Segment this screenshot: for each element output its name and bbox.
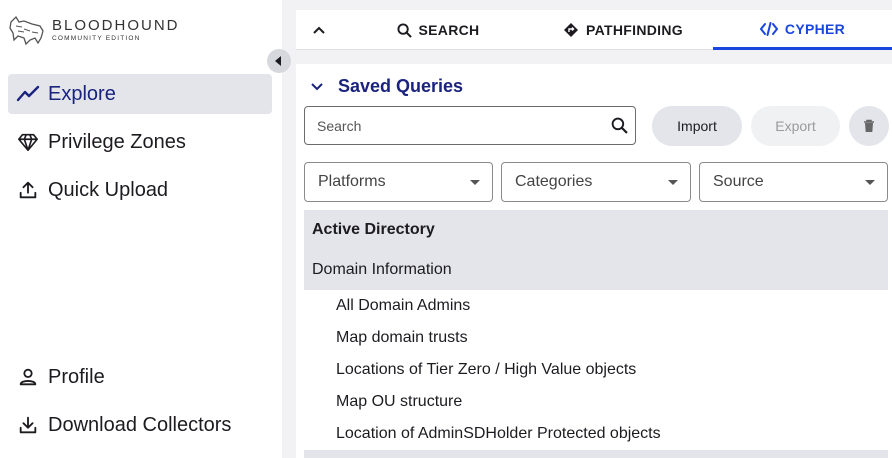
saved-queries-title: Saved Queries	[338, 76, 464, 96]
source-select[interactable]: Source	[699, 162, 888, 202]
nav-item-privilege-zones[interactable]: Privilege Zones	[8, 122, 272, 162]
caret-down-icon	[865, 180, 875, 185]
logo[interactable]: BLOODHOUND COMMUNITY EDITION	[8, 14, 180, 46]
hound-logo-icon	[9, 15, 44, 46]
categories-select[interactable]: Categories	[501, 162, 691, 202]
query-item[interactable]: Location of AdminSDHolder Protected obje…	[304, 418, 888, 450]
platforms-select[interactable]: Platforms	[304, 162, 493, 202]
nav-item-label: Quick Upload	[48, 178, 169, 201]
tab-pathfinding[interactable]: PATHFINDING	[548, 10, 698, 50]
sidebar: BLOODHOUND COMMUNITY EDITION Explore Pri…	[0, 0, 282, 458]
caret-down-icon	[470, 180, 480, 185]
directions-icon	[563, 22, 579, 38]
gem-icon	[8, 131, 48, 153]
upload-icon	[8, 179, 48, 201]
select-label: Platforms	[318, 173, 386, 190]
collapse-panel-button[interactable]	[306, 20, 332, 40]
search-icon[interactable]	[611, 117, 628, 139]
chevron-down-icon	[311, 82, 323, 90]
search-input[interactable]	[305, 117, 595, 134]
query-group-category[interactable]: Domain Information	[304, 250, 888, 290]
chevron-up-icon	[313, 26, 325, 34]
download-icon	[8, 414, 48, 436]
trending-line-icon	[8, 82, 48, 106]
nav-item-download-collectors[interactable]: Download Collectors	[8, 405, 272, 445]
nav-item-label: Explore	[48, 82, 116, 105]
import-button[interactable]: Import	[652, 106, 742, 146]
trash-icon	[864, 119, 874, 132]
tab-label: PATHFINDING	[586, 22, 683, 38]
logo-title: BLOODHOUND	[52, 17, 180, 34]
query-item[interactable]: Map domain trusts	[304, 322, 888, 354]
query-item[interactable]: Map OU structure	[304, 386, 888, 418]
saved-queries-header[interactable]: Saved Queries	[310, 76, 463, 97]
select-label: Source	[713, 173, 764, 190]
search-icon	[397, 22, 412, 38]
nav-item-profile[interactable]: Profile	[8, 357, 272, 397]
tab-search[interactable]: SEARCH	[380, 10, 496, 50]
caret-down-icon	[668, 180, 678, 185]
nav-item-label: Privilege Zones	[48, 130, 186, 153]
nav-item-label: Profile	[48, 365, 105, 388]
nav-item-quick-upload[interactable]: Quick Upload	[8, 170, 272, 210]
tab-label: SEARCH	[418, 22, 480, 38]
export-button[interactable]: Export	[751, 106, 840, 146]
query-item[interactable]: Locations of Tier Zero / High Value obje…	[304, 354, 888, 386]
query-group-platform[interactable]: Active Directory	[304, 210, 888, 250]
tab-label: CYPHER	[784, 20, 846, 37]
query-group-next[interactable]	[304, 450, 888, 458]
select-label: Categories	[515, 173, 593, 190]
caret-left-icon	[275, 56, 281, 66]
delete-button[interactable]	[849, 106, 889, 146]
nav-item-explore[interactable]: Explore	[8, 74, 272, 114]
tab-cypher[interactable]: CYPHER	[713, 10, 892, 50]
saved-queries-search[interactable]	[304, 106, 636, 145]
sidebar-collapse-button[interactable]	[267, 49, 291, 73]
logo-subtitle: COMMUNITY EDITION	[52, 35, 141, 42]
code-icon	[759, 21, 778, 36]
person-icon	[8, 366, 48, 388]
nav-item-label: Download Collectors	[48, 413, 232, 436]
query-item[interactable]: All Domain Admins	[304, 290, 888, 322]
explore-tab-bar: SEARCH PATHFINDING CYPHER	[296, 10, 892, 50]
cypher-panel: Saved Queries Import Export Platforms Ca…	[296, 64, 892, 458]
